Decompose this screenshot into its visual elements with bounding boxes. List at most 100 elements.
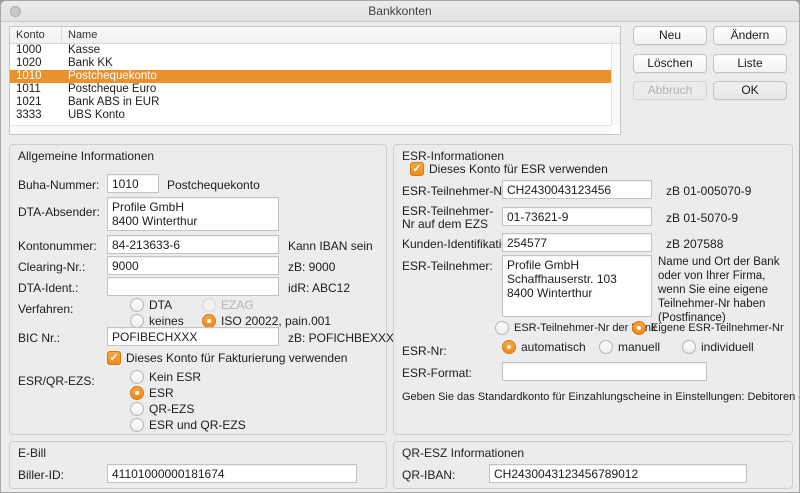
checkbox-label: Dieses Konto für Fakturierung verwenden	[126, 351, 347, 365]
radio-checked-icon	[202, 314, 216, 328]
cell-name: Kasse	[62, 44, 106, 57]
teilnehmer-art-radio-eigene[interactable]: Eigene ESR-Teilnehmer-Nr	[632, 321, 784, 335]
group-title: ESR-Informationen	[402, 149, 504, 163]
esrqr-radio-esr[interactable]: ESR	[130, 386, 174, 400]
table-row[interactable]: 3333 UBS Konto	[10, 109, 611, 122]
vertical-scrollbar[interactable]	[611, 44, 620, 125]
esr-qr-ezs-label: ESR/QR-EZS:	[18, 374, 95, 388]
cell-name: Bank ABS in EUR	[62, 96, 165, 109]
esr-informationen-group: ESR-Informationen ✓ Dieses Konto für ESR…	[393, 144, 793, 435]
biller-id-input[interactable]	[107, 464, 357, 483]
dta-ident-hint: idR: ABC12	[288, 281, 350, 295]
liste-button[interactable]: Liste	[713, 54, 787, 73]
radio-label: manuell	[618, 340, 660, 354]
checkbox-label: Dieses Konto für ESR verwenden	[429, 162, 608, 176]
kontonummer-input[interactable]	[107, 235, 279, 254]
radio-label: individuell	[701, 340, 754, 354]
buha-nummer-input[interactable]	[107, 174, 159, 193]
esr-nr-radio-individuell[interactable]: individuell	[682, 340, 754, 354]
close-icon[interactable]	[10, 6, 21, 17]
accounts-table: Konto Name 1000 Kasse 1020 Bank KK 1010 …	[9, 26, 621, 135]
cell-konto: 3333	[10, 109, 62, 122]
esr-teilnehmer-nr-input[interactable]	[502, 180, 652, 199]
radio-icon	[130, 314, 144, 328]
abbruch-button[interactable]: Abbruch	[633, 81, 707, 100]
esr-teilnehmer-hint: Name und Ort der Bank oder von Ihrer Fir…	[658, 255, 790, 325]
ok-button[interactable]: OK	[713, 81, 787, 100]
aendern-button[interactable]: Ändern	[713, 26, 787, 45]
kunden-identifikation-input[interactable]	[502, 233, 652, 252]
esr-teilnehmer-label: ESR-Teilnehmer:	[402, 259, 493, 273]
e-bill-group: E-Bill Biller-ID:	[9, 441, 387, 489]
dta-ident-label: DTA-Ident.:	[18, 281, 78, 295]
verfahren-radio-dta[interactable]: DTA	[130, 298, 172, 312]
biller-id-label: Biller-ID:	[18, 468, 64, 482]
radio-icon	[130, 418, 144, 432]
dta-absender-textarea[interactable]: Profile GmbH 8400 Winterthur	[107, 197, 279, 231]
table-row[interactable]: 1021 Bank ABS in EUR	[10, 96, 611, 109]
radio-label: keines	[149, 314, 184, 328]
table-row[interactable]: 1000 Kasse	[10, 44, 611, 57]
esrqr-radio-qr-ezs[interactable]: QR-EZS	[130, 402, 194, 416]
radio-checked-icon	[632, 321, 646, 335]
radio-label: Eigene ESR-Teilnehmer-Nr	[651, 322, 784, 334]
esrqr-radio-esr-und-qr-ezs[interactable]: ESR und QR-EZS	[130, 418, 246, 432]
qr-iban-input[interactable]	[489, 464, 747, 483]
esrqr-radio-kein-esr[interactable]: Kein ESR	[130, 370, 201, 384]
bic-label: BIC Nr.:	[18, 331, 60, 345]
buha-kontoname: Postchequekonto	[167, 178, 260, 192]
radio-icon	[682, 340, 696, 354]
buha-nummer-label: Buha-Nummer:	[18, 178, 99, 192]
titlebar: Bankkonten	[1, 1, 799, 22]
esr-teilnehmer-textarea[interactable]: Profile GmbH Schaffhauserstr. 103 8400 W…	[502, 255, 652, 317]
verfahren-radio-iso20022[interactable]: ISO 20022, pain.001	[202, 314, 331, 328]
bankkonten-window: Bankkonten Konto Name 1000 Kasse 1020 Ba…	[0, 0, 800, 493]
allgemeine-informationen-group: Allgemeine Informationen Buha-Nummer: Po…	[9, 144, 387, 435]
verfahren-radio-keines[interactable]: keines	[130, 314, 184, 328]
radio-label: ISO 20022, pain.001	[221, 314, 331, 328]
group-title: QR-ESZ Informationen	[402, 446, 524, 460]
esr-teilnehmer-nr-ezs-hint: zB 01-5070-9	[666, 211, 738, 225]
esr-format-input[interactable]	[502, 362, 707, 381]
radio-icon	[495, 321, 509, 335]
radio-icon	[130, 370, 144, 384]
dta-ident-input[interactable]	[107, 277, 279, 296]
verfahren-radio-ezag[interactable]: EZAG	[202, 298, 254, 312]
radio-icon	[599, 340, 613, 354]
esr-standardkonto-note: Geben Sie das Standardkonto für Einzahlu…	[402, 391, 790, 403]
table-row[interactable]: 1020 Bank KK	[10, 57, 611, 70]
cell-name: Postcheque Euro	[62, 83, 162, 96]
radio-checked-icon	[130, 386, 144, 400]
column-header-name[interactable]: Name	[62, 27, 103, 43]
esr-nr-label: ESR-Nr:	[402, 344, 447, 358]
esr-nr-radio-manuell[interactable]: manuell	[599, 340, 660, 354]
table-row-selected[interactable]: 1010 Postchequekonto	[10, 70, 611, 83]
group-title: Allgemeine Informationen	[18, 149, 154, 163]
radio-label: ESR	[149, 386, 174, 400]
horizontal-scrollbar[interactable]	[10, 125, 611, 134]
verfahren-label: Verfahren:	[18, 302, 73, 316]
esr-verwenden-checkbox[interactable]: ✓ Dieses Konto für ESR verwenden	[410, 162, 608, 176]
esr-format-label: ESR-Format:	[402, 366, 472, 380]
esr-teilnehmer-nr-ezs-input[interactable]	[502, 207, 652, 226]
radio-icon	[202, 298, 216, 312]
table-row[interactable]: 1011 Postcheque Euro	[10, 83, 611, 96]
cell-konto: 1020	[10, 57, 62, 70]
table-header: Konto Name	[10, 27, 620, 44]
loeschen-button[interactable]: Löschen	[633, 54, 707, 73]
fakturierung-checkbox[interactable]: ✓ Dieses Konto für Fakturierung verwende…	[107, 351, 347, 365]
cell-konto: 1011	[10, 83, 62, 96]
column-header-konto[interactable]: Konto	[10, 27, 62, 43]
kontonummer-label: Kontonummer:	[18, 239, 97, 253]
table-body: 1000 Kasse 1020 Bank KK 1010 Postchequek…	[10, 44, 611, 125]
cell-name: Postchequekonto	[62, 70, 163, 83]
cell-konto: 1010	[10, 70, 62, 83]
esr-nr-radio-automatisch[interactable]: automatisch	[502, 340, 586, 354]
cell-konto: 1000	[10, 44, 62, 57]
clearing-input[interactable]	[107, 256, 279, 275]
radio-icon	[130, 402, 144, 416]
radio-icon	[130, 298, 144, 312]
neu-button[interactable]: Neu	[633, 26, 707, 45]
bic-hint: zB: POFICHBEXXX	[288, 331, 394, 345]
bic-input[interactable]	[107, 327, 279, 346]
